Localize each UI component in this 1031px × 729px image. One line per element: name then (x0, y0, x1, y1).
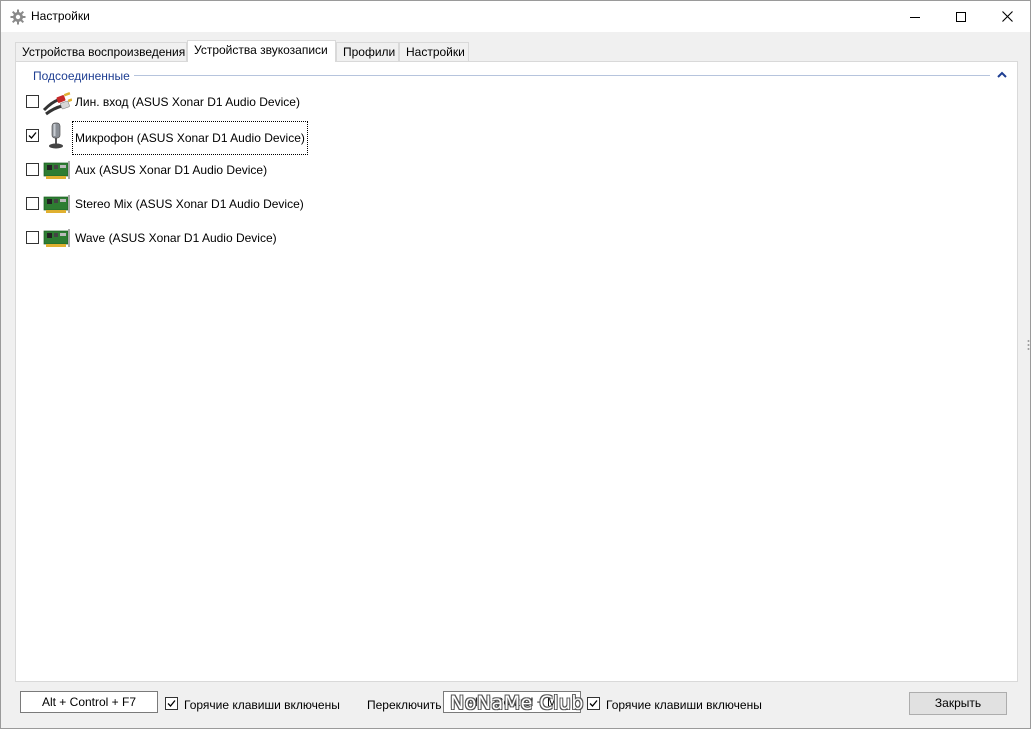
device-label: Aux (ASUS Xonar D1 Audio Device) (75, 163, 268, 177)
hotkey-input[interactable]: Alt + Control + F7 (20, 691, 158, 713)
maximize-icon (956, 11, 966, 22)
sound-card-icon (42, 156, 72, 184)
microphone-icon (42, 122, 72, 150)
checkmark-icon (28, 132, 37, 139)
sound-card-icon (42, 190, 72, 218)
checkmark-icon (167, 700, 176, 707)
group-divider (134, 75, 990, 76)
list-item[interactable]: Лин. вход (ASUS Xonar D1 Audio Device) (24, 87, 324, 117)
device-checkbox[interactable] (26, 95, 39, 108)
device-label: Микрофон (ASUS Xonar D1 Audio Device) (72, 121, 308, 155)
close-icon (1001, 11, 1013, 22)
list-item[interactable]: Микрофон (ASUS Xonar D1 Audio Device) (24, 121, 324, 155)
watermark: NoNaMe Club (450, 692, 584, 714)
device-checkbox[interactable] (26, 129, 39, 142)
switch-hotkeys-enabled-checkbox[interactable] (587, 697, 600, 710)
title-bar[interactable]: Настройки (1, 1, 1030, 32)
device-checkbox[interactable] (26, 231, 39, 244)
bottom-bar: Alt + Control + F7 Горячие клавиши включ… (1, 691, 1030, 721)
chevron-up-icon[interactable] (996, 69, 1008, 79)
list-item[interactable]: Wave (ASUS Xonar D1 Audio Device) (24, 223, 324, 253)
list-item[interactable]: Stereo Mix (ASUS Xonar D1 Audio Device) (24, 189, 324, 219)
hotkeys-enabled-label: Горячие клавиши включены (184, 698, 340, 712)
group-header-connected[interactable]: Подсоединенные (33, 69, 134, 83)
rca-cable-icon (42, 88, 73, 116)
device-label: Лин. вход (ASUS Xonar D1 Audio Device) (75, 95, 300, 109)
tab-settings[interactable]: Настройки (399, 42, 469, 61)
switch-label: Переключить (367, 698, 442, 712)
minimize-button[interactable] (892, 1, 938, 32)
settings-window: Настройки Устройства воспроизведения Уст… (0, 0, 1031, 729)
checkmark-icon (589, 700, 598, 707)
list-item[interactable]: Aux (ASUS Xonar D1 Audio Device) (24, 155, 324, 185)
device-label: Stereo Mix (ASUS Xonar D1 Audio Device) (75, 197, 304, 211)
device-checkbox[interactable] (26, 163, 39, 176)
minimize-icon (910, 16, 920, 18)
hotkeys-enabled-checkbox[interactable] (165, 697, 178, 710)
window-title: Настройки (31, 9, 90, 23)
sound-card-icon (42, 224, 72, 252)
close-button[interactable]: Закрыть (909, 692, 1007, 715)
device-label: Wave (ASUS Xonar D1 Audio Device) (75, 231, 277, 245)
switch-hotkeys-enabled-label: Горячие клавиши включены (606, 698, 762, 712)
maximize-button[interactable] (938, 1, 984, 32)
device-checkbox[interactable] (26, 197, 39, 210)
gear-icon (10, 9, 26, 25)
tab-playback-devices[interactable]: Устройства воспроизведения (15, 42, 187, 61)
recording-devices-panel: Подсоединенные Лин. вход (ASUS Xonar D1 … (15, 61, 1018, 682)
tab-profiles[interactable]: Профили (336, 42, 399, 61)
resize-grip[interactable] (1027, 339, 1030, 351)
close-window-button[interactable] (984, 1, 1030, 32)
tab-recording-devices[interactable]: Устройства звукозаписи (187, 40, 336, 62)
